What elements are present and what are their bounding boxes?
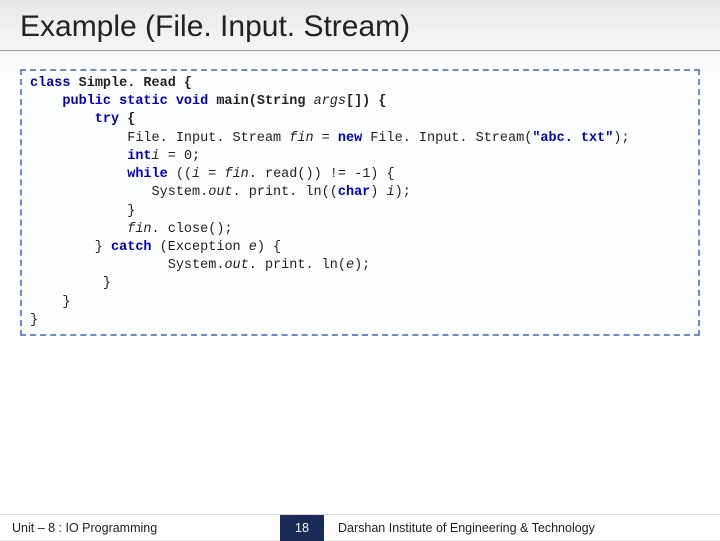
param-args: args: [314, 94, 346, 109]
keyword-try: try: [30, 112, 119, 127]
code-text: );: [354, 258, 370, 273]
code-text: . read()) != -1) {: [249, 167, 395, 182]
code-text: ): [370, 185, 386, 200]
keyword-catch: catch: [111, 240, 152, 255]
code-text: File. Input. Stream: [30, 131, 289, 146]
keyword-class: class: [30, 76, 71, 91]
code-text: }: [30, 276, 111, 291]
code-text: }: [30, 240, 111, 255]
keyword-char: char: [338, 185, 370, 200]
code-text: . print. ln(: [249, 258, 346, 273]
keyword-new: new: [338, 131, 362, 146]
var-e: e: [249, 240, 257, 255]
code-text: ((: [168, 167, 192, 182]
field-out: out: [208, 185, 232, 200]
var-i: i: [152, 149, 160, 164]
code-text: }: [30, 204, 135, 219]
code-text: (Exception: [152, 240, 249, 255]
code-text: }: [30, 295, 71, 310]
code-text: );: [613, 131, 629, 146]
string-literal: "abc. txt": [532, 131, 613, 146]
code-text: . print. ln((: [233, 185, 338, 200]
footer-institute: Darshan Institute of Engineering & Techn…: [324, 521, 720, 535]
code-text: []) {: [346, 94, 387, 109]
code-text: File. Input. Stream(: [362, 131, 532, 146]
code-text: ) {: [257, 240, 281, 255]
code-block: class Simple. Read { public static void …: [20, 69, 700, 336]
field-out: out: [224, 258, 248, 273]
code-text: }: [30, 313, 38, 328]
keyword-int: int: [30, 149, 152, 164]
code-text: System.: [30, 258, 224, 273]
slide-title: Example (File. Input. Stream): [0, 0, 720, 51]
var-e: e: [346, 258, 354, 273]
code-text: {: [119, 112, 135, 127]
footer: Unit – 8 : IO Programming 18 Darshan Ins…: [0, 514, 720, 540]
var-fin: fin: [224, 167, 248, 182]
var-fin: fin: [127, 222, 151, 237]
var-i: i: [192, 167, 200, 182]
code-text: [30, 222, 127, 237]
footer-unit: Unit – 8 : IO Programming: [0, 521, 280, 535]
footer-page-number: 18: [280, 515, 324, 541]
code-text: =: [314, 131, 338, 146]
code-text: . close();: [152, 222, 233, 237]
code-text: main(String: [208, 94, 313, 109]
keyword-public-static-void: public static void: [30, 94, 208, 109]
code-text: );: [395, 185, 411, 200]
code-text: Simple. Read {: [71, 76, 193, 91]
var-i: i: [386, 185, 394, 200]
var-fin: fin: [289, 131, 313, 146]
code-text: =: [200, 167, 224, 182]
keyword-while: while: [30, 167, 168, 182]
code-text: System.: [30, 185, 208, 200]
code-text: = 0;: [160, 149, 201, 164]
